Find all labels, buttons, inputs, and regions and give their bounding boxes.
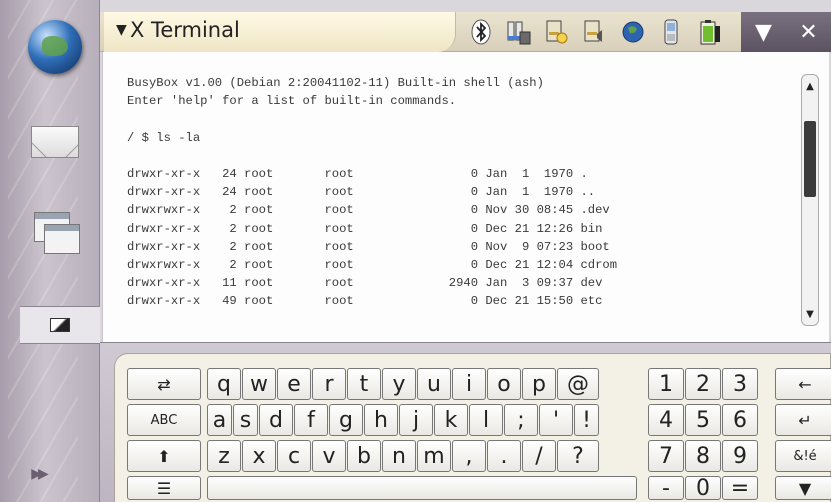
- backspace-key[interactable]: ←: [775, 368, 831, 400]
- terminal-line: Enter 'help' for a list of built-in comm…: [127, 94, 457, 109]
- digit-2-key[interactable]: 2: [685, 368, 721, 400]
- virtual-keyboard-area: ⇄ q w e r t y u i o p @1 2 3 ← ABC a s d f g h j k l; '! 4 5 6 ↵ ⬆ z x c v…: [100, 342, 831, 502]
- phone-icon[interactable]: [658, 18, 684, 46]
- semicolon-key[interactable]: ;: [504, 404, 538, 436]
- task-navigator: ▶▶: [0, 0, 100, 502]
- digit-4-key[interactable]: 4: [648, 404, 684, 436]
- letter-d-key[interactable]: d: [259, 404, 293, 436]
- tab-key[interactable]: ⇄: [127, 368, 201, 400]
- status-bar: [468, 18, 722, 46]
- terminal-line: drwxr-xr-x 2 root root 0 Nov 9 07:23 boo…: [127, 239, 610, 254]
- minus-key[interactable]: -: [648, 476, 684, 501]
- internet-globe-icon[interactable]: [620, 18, 646, 46]
- terminal-line: drwxr-xr-x 49 root root 0 Dec 21 15:50 e…: [127, 294, 603, 309]
- comma-key[interactable]: ,: [452, 440, 486, 472]
- letter-r-key[interactable]: r: [312, 368, 346, 400]
- letter-e-key[interactable]: e: [277, 368, 311, 400]
- digit-3-key[interactable]: 3: [722, 368, 758, 400]
- letter-h-key[interactable]: h: [364, 404, 398, 436]
- close-button[interactable]: ✕: [792, 20, 826, 45]
- keyboard-menu-key[interactable]: ☰: [127, 476, 201, 500]
- terminal-line: drwxr-xr-x 24 root root 0 Jan 1 1970 .: [127, 167, 588, 182]
- question-key[interactable]: ?: [557, 440, 599, 472]
- letter-v-key[interactable]: v: [312, 440, 346, 472]
- letter-j-key[interactable]: j: [399, 404, 433, 436]
- menu-dropdown-icon[interactable]: ▼: [116, 22, 127, 38]
- letter-z-key[interactable]: z: [207, 440, 241, 472]
- terminal-output[interactable]: BusyBox v1.00 (Debian 2:20041102-11) Bui…: [102, 52, 829, 342]
- letter-b-key[interactable]: b: [347, 440, 381, 472]
- digit-7-key[interactable]: 7: [648, 440, 684, 472]
- close-keyboard-key[interactable]: ▼: [775, 476, 831, 500]
- letter-o-key[interactable]: o: [487, 368, 521, 400]
- running-application-switcher[interactable]: [20, 306, 100, 344]
- apostrophe-key[interactable]: ': [539, 404, 573, 436]
- scrollbar[interactable]: ▲ ▼: [801, 74, 819, 326]
- digit-8-key[interactable]: 8: [685, 440, 721, 472]
- terminal-line: BusyBox v1.00 (Debian 2:20041102-11) Bui…: [127, 76, 544, 90]
- terminal-line: drwxrwxr-x 2 root root 0 Nov 30 08:45 .d…: [127, 203, 610, 218]
- web-browser-icon[interactable]: [28, 20, 82, 74]
- letter-q-key[interactable]: q: [207, 368, 241, 400]
- letter-n-key[interactable]: n: [382, 440, 416, 472]
- exclamation-key[interactable]: !: [574, 404, 599, 436]
- terminal-text: BusyBox v1.00 (Debian 2:20041102-11) Bui…: [127, 74, 617, 311]
- letter-p-key[interactable]: p: [522, 368, 556, 400]
- letter-m-key[interactable]: m: [417, 440, 451, 472]
- volume-icon[interactable]: [582, 18, 608, 46]
- minimize-button[interactable]: ▼: [747, 20, 781, 45]
- terminal-line: / $ ls -la: [127, 130, 201, 145]
- bluetooth-icon[interactable]: [468, 18, 494, 46]
- terminal-line: drwxr-xr-x 24 root root 0 Jan 1 1970 ..: [127, 185, 596, 200]
- letter-t-key[interactable]: t: [347, 368, 381, 400]
- email-icon[interactable]: [30, 124, 80, 160]
- digit-5-key[interactable]: 5: [685, 404, 721, 436]
- letter-l-key[interactable]: l: [469, 404, 503, 436]
- scroll-down-button[interactable]: ▼: [803, 305, 817, 323]
- abc-mode-key[interactable]: ABC: [127, 404, 201, 436]
- window-title: X Terminal: [130, 18, 240, 42]
- equals-key[interactable]: =: [722, 476, 758, 501]
- letter-u-key[interactable]: u: [417, 368, 451, 400]
- window-controls: ▼ ✕: [741, 12, 831, 52]
- application-menu-tab[interactable]: ▼ X Terminal: [104, 12, 456, 52]
- period-key[interactable]: .: [487, 440, 521, 472]
- scrollbar-thumb[interactable]: [804, 121, 816, 197]
- digit-1-key[interactable]: 1: [648, 368, 684, 400]
- letter-w-key[interactable]: w: [242, 368, 276, 400]
- x-terminal-app-icon: [50, 318, 70, 332]
- text-entry-bar[interactable]: [207, 476, 637, 500]
- letter-c-key[interactable]: c: [277, 440, 311, 472]
- shift-key[interactable]: ⬆: [127, 440, 201, 472]
- special-characters-key[interactable]: &!é: [775, 440, 831, 472]
- at-key[interactable]: @: [557, 368, 599, 400]
- digit-6-key[interactable]: 6: [722, 404, 758, 436]
- display-brightness-icon[interactable]: [544, 18, 570, 46]
- expand-navigator-button[interactable]: ▶▶: [18, 462, 58, 486]
- letter-k-key[interactable]: k: [434, 404, 468, 436]
- letter-y-key[interactable]: y: [382, 368, 416, 400]
- digit-9-key[interactable]: 9: [722, 440, 758, 472]
- letter-i-key[interactable]: i: [452, 368, 486, 400]
- letter-f-key[interactable]: f: [294, 404, 328, 436]
- letter-s-key[interactable]: s: [233, 404, 258, 436]
- scroll-up-button[interactable]: ▲: [803, 77, 817, 95]
- terminal-line: drwxr-xr-x 11 root root 2940 Jan 3 09:37…: [127, 276, 603, 291]
- letter-x-key[interactable]: x: [242, 440, 276, 472]
- slash-key[interactable]: /: [522, 440, 556, 472]
- enter-key[interactable]: ↵: [775, 404, 831, 436]
- letter-g-key[interactable]: g: [329, 404, 363, 436]
- connectivity-icon[interactable]: [506, 18, 532, 46]
- letter-a-key[interactable]: a: [207, 404, 232, 436]
- digit-0-key[interactable]: 0: [685, 476, 721, 501]
- applications-icon[interactable]: [34, 212, 82, 260]
- terminal-line: drwxr-xr-x 2 root root 0 Dec 21 12:26 bi…: [127, 221, 603, 236]
- title-bar: ▼ X Terminal ▼ ✕: [100, 12, 831, 52]
- battery-icon[interactable]: [696, 18, 722, 46]
- virtual-keyboard: ⇄ q w e r t y u i o p @1 2 3 ← ABC a s d f g h j k l; '! 4 5 6 ↵ ⬆ z x c v…: [114, 353, 831, 502]
- terminal-line: drwxrwxr-x 2 root root 0 Dec 21 12:04 cd…: [127, 258, 618, 273]
